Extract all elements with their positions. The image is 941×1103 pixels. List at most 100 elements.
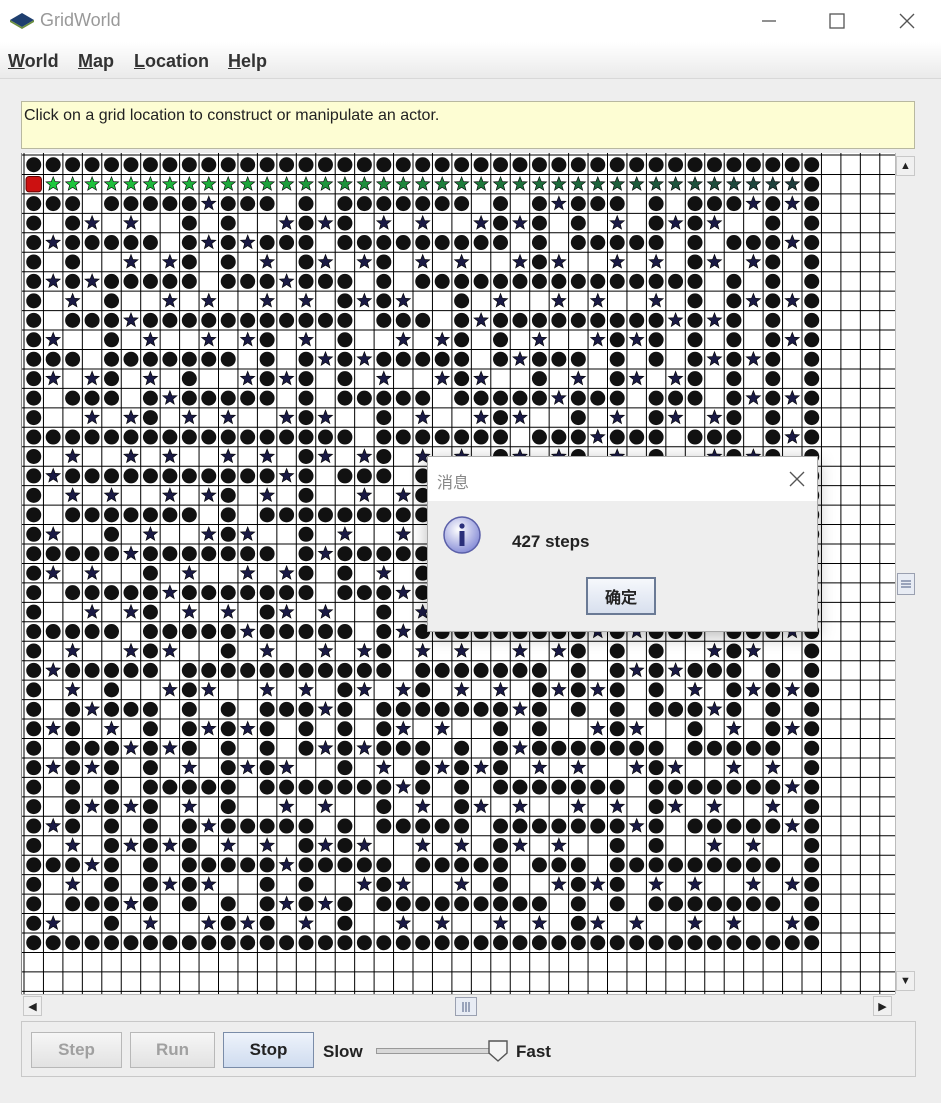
ok-button[interactable]: 确定 [586, 577, 656, 615]
bug[interactable] [25, 175, 42, 193]
rock[interactable] [804, 643, 820, 659]
rock[interactable] [337, 585, 353, 601]
rock[interactable] [220, 721, 236, 737]
rock[interactable] [687, 196, 703, 212]
rock[interactable] [65, 779, 81, 795]
rock[interactable] [376, 235, 392, 251]
rock[interactable] [726, 312, 742, 328]
rock[interactable] [512, 935, 528, 951]
rock[interactable] [104, 273, 120, 289]
rock[interactable] [201, 312, 217, 328]
rock[interactable] [648, 818, 664, 834]
rock[interactable] [65, 254, 81, 270]
rock[interactable] [609, 682, 625, 698]
rock[interactable] [726, 273, 742, 289]
rock[interactable] [26, 701, 42, 717]
rock[interactable] [395, 351, 411, 367]
rock[interactable] [609, 721, 625, 737]
rock[interactable] [570, 351, 586, 367]
rock[interactable] [142, 429, 158, 445]
rock[interactable] [220, 740, 236, 756]
rock[interactable] [454, 196, 470, 212]
rock[interactable] [26, 896, 42, 912]
rock[interactable] [181, 682, 197, 698]
rock[interactable] [629, 740, 645, 756]
rock[interactable] [648, 896, 664, 912]
rock[interactable] [181, 468, 197, 484]
rock[interactable] [26, 760, 42, 776]
rock[interactable] [376, 273, 392, 289]
rock[interactable] [104, 235, 120, 251]
rock[interactable] [629, 857, 645, 873]
rock[interactable] [376, 157, 392, 173]
rock[interactable] [726, 740, 742, 756]
rock[interactable] [181, 896, 197, 912]
rock[interactable] [687, 273, 703, 289]
rock[interactable] [298, 351, 314, 367]
rock[interactable] [531, 779, 547, 795]
rock[interactable] [45, 157, 61, 173]
rock[interactable] [531, 721, 547, 737]
rock[interactable] [648, 196, 664, 212]
rock[interactable] [45, 351, 61, 367]
rock[interactable] [220, 235, 236, 251]
rock[interactable] [26, 293, 42, 309]
rock[interactable] [104, 157, 120, 173]
rock[interactable] [551, 779, 567, 795]
rock[interactable] [220, 312, 236, 328]
rock[interactable] [493, 779, 509, 795]
rock[interactable] [473, 857, 489, 873]
rock[interactable] [181, 585, 197, 601]
rock[interactable] [26, 448, 42, 464]
rock[interactable] [259, 332, 275, 348]
rock[interactable] [298, 448, 314, 464]
rock[interactable] [220, 526, 236, 542]
rock[interactable] [609, 332, 625, 348]
rock[interactable] [84, 235, 100, 251]
rock[interactable] [512, 779, 528, 795]
rock[interactable] [570, 196, 586, 212]
rock[interactable] [512, 312, 528, 328]
rock[interactable] [570, 390, 586, 406]
rock[interactable] [26, 857, 42, 873]
rock[interactable] [26, 487, 42, 503]
rock[interactable] [804, 760, 820, 776]
rock[interactable] [395, 740, 411, 756]
rock[interactable] [726, 371, 742, 387]
rock[interactable] [745, 157, 761, 173]
rock[interactable] [142, 235, 158, 251]
rock[interactable] [648, 312, 664, 328]
rock[interactable] [531, 196, 547, 212]
rock[interactable] [415, 196, 431, 212]
rock[interactable] [726, 410, 742, 426]
rock[interactable] [454, 701, 470, 717]
rock[interactable] [570, 896, 586, 912]
rock[interactable] [668, 896, 684, 912]
rock[interactable] [240, 312, 256, 328]
rock[interactable] [298, 371, 314, 387]
rock[interactable] [317, 935, 333, 951]
rock[interactable] [84, 935, 100, 951]
minimize-button[interactable] [752, 4, 786, 38]
rock[interactable] [434, 662, 450, 678]
rock[interactable] [512, 662, 528, 678]
rock[interactable] [804, 196, 820, 212]
rock[interactable] [123, 351, 139, 367]
rock[interactable] [629, 157, 645, 173]
rock[interactable] [298, 857, 314, 873]
rock[interactable] [220, 196, 236, 212]
rock[interactable] [162, 546, 178, 562]
rock[interactable] [26, 876, 42, 892]
rock[interactable] [726, 429, 742, 445]
rock[interactable] [162, 507, 178, 523]
rock[interactable] [531, 682, 547, 698]
rock[interactable] [259, 915, 275, 931]
rock[interactable] [240, 196, 256, 212]
rock[interactable] [376, 468, 392, 484]
rock[interactable] [26, 215, 42, 231]
rock[interactable] [65, 624, 81, 640]
rock[interactable] [493, 740, 509, 756]
rock[interactable] [356, 662, 372, 678]
rock[interactable] [104, 196, 120, 212]
rock[interactable] [454, 157, 470, 173]
